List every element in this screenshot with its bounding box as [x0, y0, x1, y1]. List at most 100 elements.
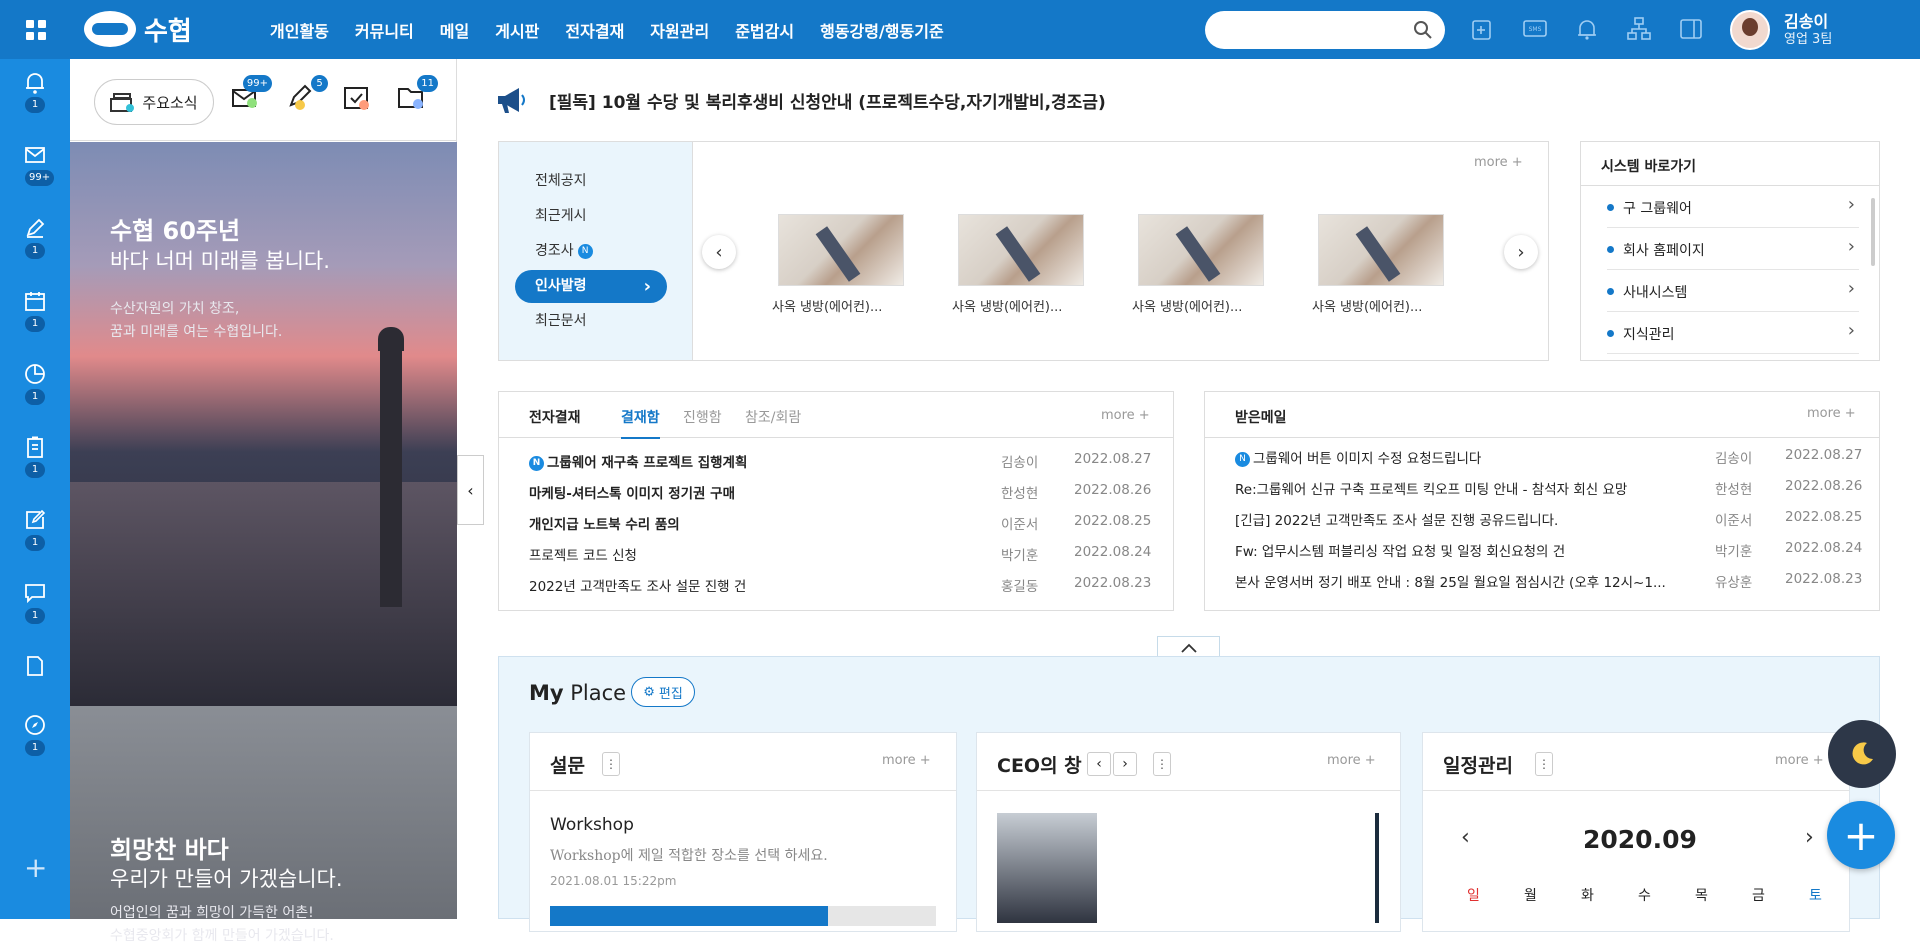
more-link[interactable]: more + — [1775, 753, 1824, 768]
scrollbar[interactable] — [1871, 198, 1875, 266]
board-thumb[interactable]: 사옥 냉방(에어컨)... — [1132, 214, 1282, 315]
gnb-item[interactable]: 전자결재 — [565, 18, 624, 42]
row-title: Fw: 업무시스템 퍼블리싱 작업 요청 및 일정 회신요청의 건 — [1235, 544, 1566, 560]
gnb-item[interactable]: 커뮤니티 — [355, 18, 414, 42]
lnb-item-stats[interactable]: 1 — [0, 351, 70, 411]
side-calendar-button[interactable] — [342, 83, 374, 115]
more-link[interactable]: more + — [882, 753, 931, 768]
board-menu-item[interactable]: 최근게시 — [535, 205, 587, 225]
shortcut-item[interactable]: 사내시스템 — [1607, 270, 1859, 312]
more-link[interactable]: more + — [1807, 406, 1856, 421]
row-title: [긴급] 2022년 고객만족도 조사 설문 진행 공유드립니다. — [1235, 513, 1559, 529]
mail-row[interactable]: 본사 운영서버 정기 배포 안내 : 8월 25일 월요일 점심시간 (오후 1… — [1235, 571, 1862, 593]
org-chart-icon[interactable] — [1626, 16, 1652, 42]
add-menu-icon[interactable]: + — [24, 851, 47, 884]
row-author: 이준서 — [1715, 513, 1753, 529]
dark-mode-button[interactable] — [1828, 720, 1896, 788]
approval-row[interactable]: N 그룹웨어 재구축 프로젝트 집행계획 김송이 2022.08.27 — [529, 451, 1159, 473]
mail-row[interactable]: N 그룹웨어 버튼 이미지 수정 요청드립니다 김송이 2022.08.27 — [1235, 447, 1862, 469]
side-folder-button[interactable]: 11 — [396, 75, 438, 115]
kebab-icon[interactable]: ⋮ — [602, 752, 620, 776]
side-collapse-button[interactable]: ‹ — [457, 455, 484, 525]
logo[interactable]: 수협 — [84, 10, 192, 48]
side-approval-button[interactable]: 5 — [286, 75, 328, 115]
lnb-item-notifications[interactable]: 1 — [0, 59, 70, 119]
prev-month-button[interactable]: ‹ — [1461, 825, 1470, 850]
lnb-item-documents[interactable] — [0, 643, 70, 703]
new-badge: N — [1235, 451, 1250, 467]
board-thumb[interactable]: 사옥 냉방(에어컨)... — [952, 214, 1102, 315]
lnb-item-tasks[interactable]: 1 — [0, 424, 70, 484]
user-profile[interactable]: 김송이 영업 3팀 — [1730, 10, 1832, 50]
approval-row[interactable]: 프로젝트 코드 신청 박기훈 2022.08.24 — [529, 544, 1159, 566]
gnb-item[interactable]: 메일 — [440, 18, 469, 42]
survey-progress-fill — [550, 906, 828, 926]
board-thumb[interactable]: 사옥 냉방(에어컨)... — [1312, 214, 1462, 315]
next-month-button[interactable]: › — [1805, 825, 1814, 850]
next-button[interactable]: › — [1113, 752, 1137, 776]
lnb-item-mail[interactable]: 99+ — [0, 132, 70, 192]
board-menu-item[interactable]: 경조사 N — [535, 240, 593, 260]
carousel-next-button[interactable]: › — [1504, 235, 1538, 269]
panel-toggle-icon[interactable] — [1678, 16, 1704, 42]
shortcut-item[interactable]: 회사 홈페이지 — [1607, 228, 1859, 270]
sms-icon[interactable]: SMS — [1522, 16, 1548, 42]
mail-row[interactable]: [긴급] 2022년 고객만족도 조사 설문 진행 공유드립니다. 이준서 2022… — [1235, 509, 1862, 531]
tab-progress[interactable]: 진행함 — [683, 407, 722, 427]
mail-row[interactable]: Fw: 업무시스템 퍼블리싱 작업 요청 및 일정 회신요청의 건 박기훈 2022… — [1235, 540, 1862, 562]
app-grid-icon[interactable] — [26, 20, 46, 40]
news-button[interactable]: 주요소식 — [94, 79, 214, 125]
board-menu-item[interactable]: 전체공지 — [535, 170, 587, 190]
row-title: 그룹웨어 버튼 이미지 수정 요청드립니다 — [1253, 451, 1482, 467]
bell-icon[interactable] — [1574, 16, 1600, 42]
banner-anniversary[interactable]: 수협 60주년 바다 너머 미래를 봅니다. 수산자원의 가치 창조, 꿈과 미… — [70, 142, 457, 706]
mail-row[interactable]: Re:그룹웨어 신규 구축 프로젝트 킥오프 미팅 안내 - 참석자 회신 요망… — [1235, 478, 1862, 500]
lnb-item-calendar[interactable]: 1 — [0, 278, 70, 338]
fold-toggle-button[interactable] — [1157, 636, 1220, 658]
board-menu-item-selected[interactable]: 인사발령 — [515, 270, 667, 303]
new-window-icon[interactable] — [1470, 16, 1496, 42]
approval-row[interactable]: 마케팅-셔터스톡 이미지 정기권 구매 한성현 2022.08.26 — [529, 482, 1159, 504]
edit-button[interactable]: ⚙ 편집 — [631, 677, 695, 707]
more-link[interactable]: more + — [1101, 408, 1150, 423]
prev-button[interactable]: ‹ — [1087, 752, 1111, 776]
lnb-item-explore[interactable]: 1 — [0, 702, 70, 762]
approval-row[interactable]: 2022년 고객만족도 조사 설문 진행 건 홍길동 2022.08.23 — [529, 575, 1159, 597]
carousel-prev-button[interactable]: ‹ — [702, 235, 736, 269]
avatar[interactable] — [1730, 10, 1770, 50]
shortcut-item[interactable]: 지식관리 — [1607, 312, 1859, 354]
lnb-item-chat[interactable]: 1 — [0, 570, 70, 630]
ceo-card: CEO의 창 ‹ › ⋮ more + — [976, 732, 1401, 932]
kebab-icon[interactable]: ⋮ — [1535, 752, 1553, 776]
gnb-item[interactable]: 자원관리 — [650, 18, 709, 42]
search-icon[interactable] — [1413, 20, 1433, 40]
gnb-item[interactable]: 준법감시 — [735, 18, 794, 42]
calendar-month: 2020.09 — [1583, 825, 1697, 854]
board-menu-item[interactable]: 최근문서 — [535, 310, 587, 330]
survey-title[interactable]: Workshop — [550, 815, 634, 835]
notice-bar[interactable]: [필독] 10월 수당 및 복리후생비 신청안내 (프로젝트수당,자기개발비,경… — [495, 82, 1106, 118]
gnb-item[interactable]: 행동강령/행동기준 — [820, 18, 944, 42]
gnb-item[interactable]: 개인활동 — [270, 18, 329, 42]
more-link[interactable]: more + — [1327, 753, 1376, 768]
lnb-item-approval[interactable]: 1 — [0, 205, 70, 265]
shortcut-item[interactable]: 구 그룹웨어 — [1607, 186, 1859, 228]
gear-icon: ⚙ — [643, 684, 655, 700]
board-thumb[interactable]: 사옥 냉방(에어컨)... — [772, 214, 922, 315]
card-header: CEO의 창 ‹ › ⋮ more + — [977, 733, 1400, 791]
lnb-item-write[interactable]: 1 — [0, 497, 70, 557]
scrollbar[interactable] — [1375, 813, 1379, 923]
side-mail-button[interactable]: 99+ — [230, 75, 272, 115]
gnb-item[interactable]: 게시판 — [495, 18, 539, 42]
row-date: 2022.08.27 — [1785, 447, 1863, 463]
banner-hope[interactable]: 희망찬 바다 우리가 만들어 가겠습니다. 어업인의 꿈과 희망이 가득한 어촌… — [70, 706, 457, 944]
tab-inbox[interactable]: 결재함 — [621, 407, 660, 439]
more-link[interactable]: more + — [1474, 155, 1523, 170]
search-input[interactable] — [1205, 11, 1445, 49]
moon-icon — [1852, 742, 1873, 765]
banner-description: 수산자원의 가치 창조, 꿈과 미래를 여는 수협입니다. — [110, 301, 283, 340]
kebab-icon[interactable]: ⋮ — [1153, 752, 1171, 776]
add-fab-button[interactable]: + — [1827, 801, 1895, 869]
approval-row[interactable]: 개인지급 노트북 수리 품의 이준서 2022.08.25 — [529, 513, 1159, 535]
tab-reference[interactable]: 참조/회람 — [745, 407, 801, 427]
